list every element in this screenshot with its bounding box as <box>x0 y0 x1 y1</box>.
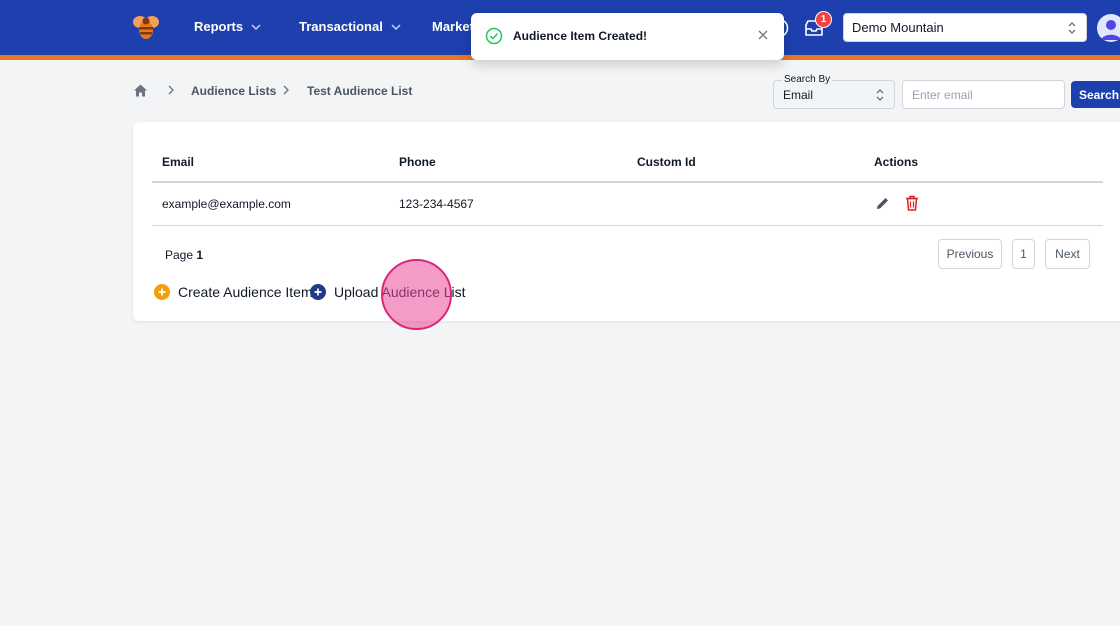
nav-item-label: Transactional <box>299 19 383 34</box>
close-icon[interactable] <box>757 29 769 41</box>
nav-item-reports[interactable]: Reports <box>194 19 262 34</box>
check-circle-icon <box>485 27 503 45</box>
column-header-custom-id: Custom Id <box>637 155 696 169</box>
chevron-down-icon <box>391 23 401 30</box>
avatar-icon <box>1101 20 1120 40</box>
home-icon[interactable] <box>133 83 148 98</box>
pencil-icon[interactable] <box>875 196 890 211</box>
cell-email: example@example.com <box>162 197 291 211</box>
nav-item-transactional[interactable]: Transactional <box>299 19 402 34</box>
organization-select-value: Demo Mountain <box>852 20 944 35</box>
previous-page-button[interactable]: Previous <box>938 239 1002 269</box>
search-by-select[interactable]: Search By Email <box>773 74 895 109</box>
organization-select[interactable]: Demo Mountain <box>843 13 1087 42</box>
table-header-divider <box>152 181 1103 183</box>
breadcrumb-audience-lists[interactable]: Audience Lists <box>191 84 276 98</box>
page-1-button[interactable]: 1 <box>1012 239 1035 269</box>
chevron-down-icon <box>251 23 261 30</box>
toast-message: Audience Item Created! <box>513 29 648 43</box>
updown-icon <box>1068 22 1076 34</box>
chevron-right-icon <box>283 85 289 95</box>
avatar[interactable] <box>1097 14 1120 42</box>
updown-icon <box>876 89 884 101</box>
bee-logo-icon[interactable] <box>131 13 161 41</box>
table-row-divider <box>152 225 1103 226</box>
search-by-label: Search By <box>782 74 833 85</box>
column-header-email: Email <box>162 155 195 169</box>
page-prefix: Page <box>165 248 194 262</box>
search-button[interactable]: Search <box>1071 81 1120 108</box>
search-by-value: Email <box>783 88 814 102</box>
next-page-button[interactable]: Next <box>1045 239 1090 269</box>
breadcrumb-current[interactable]: Test Audience List <box>307 84 412 98</box>
page-indicator: Page 1 <box>165 248 203 262</box>
success-toast: Audience Item Created! <box>471 13 784 60</box>
chevron-right-icon <box>168 85 174 95</box>
column-header-actions: Actions <box>874 155 919 169</box>
create-audience-item-label: Create Audience Item <box>178 284 313 300</box>
cell-phone: 123-234-4567 <box>399 197 474 211</box>
nav-item-label: Reports <box>194 19 244 34</box>
plus-circle-icon <box>310 284 326 300</box>
trash-icon[interactable] <box>905 195 919 211</box>
plus-circle-icon <box>154 284 170 300</box>
email-search-input[interactable] <box>902 80 1065 109</box>
click-highlight-marker <box>381 259 452 330</box>
notification-badge: 1 <box>815 11 832 28</box>
create-audience-item-button[interactable]: Create Audience Item <box>154 284 313 300</box>
column-header-phone: Phone <box>399 155 436 169</box>
current-page: 1 <box>196 248 204 262</box>
